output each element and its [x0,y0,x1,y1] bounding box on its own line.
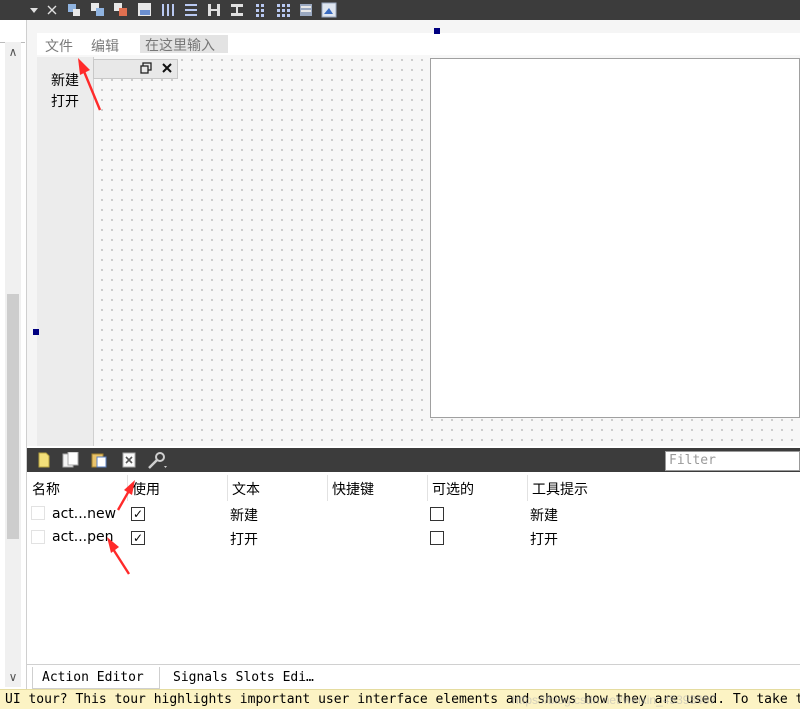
checkable-checkbox-open[interactable] [430,531,444,545]
selection-handle-top[interactable] [434,28,440,34]
bottom-tabs: Action Editor Signals Slots Edi… [27,664,800,690]
form-layout-icon[interactable] [298,2,314,18]
ui-tour-banner[interactable]: UI tour? This tour highlights important … [0,689,800,709]
action-tooltip-open[interactable]: 打开 [530,529,558,549]
dropdown-item-new[interactable]: 新建 [51,70,79,90]
filter-placeholder: Filter [669,453,716,468]
form-designer-area: 文件 编辑 在这里输入 新建 打开 [27,20,800,446]
filter-input[interactable]: Filter [665,451,800,471]
action-name-new[interactable]: act...new [52,506,116,522]
layout-grid-v-icon[interactable] [252,2,268,18]
scroll-up-icon[interactable]: ∧ [5,44,21,60]
selection-handle-left[interactable] [33,329,39,335]
split-horizontal-icon[interactable] [206,2,222,18]
dropdown-arrow-icon[interactable] [26,2,42,18]
column-header-shortcut[interactable]: 快捷键 [332,479,374,499]
text-edit-widget[interactable] [430,58,800,418]
tab-signals-slots-label: Signals Slots Edi… [173,670,314,685]
paste-action-icon[interactable] [91,452,107,468]
column-header-name[interactable]: 名称 [32,479,60,499]
tab-action-editor-label: Action Editor [42,670,144,685]
action-icon-placeholder [31,530,45,544]
action-icon-placeholder [31,506,45,520]
copy-action-icon[interactable] [62,451,79,468]
layout-2-icon[interactable] [90,2,106,18]
delete-action-icon[interactable] [121,452,137,468]
menu-edit[interactable]: 编辑 [91,36,119,56]
left-panel-edge: ∧ ∨ [0,20,27,689]
new-action-icon[interactable] [36,452,52,468]
float-icon[interactable] [140,62,152,78]
vertical-scrollbar[interactable]: ∧ ∨ [5,42,21,687]
checkable-checkbox-new[interactable] [430,507,444,521]
column-header-tooltip[interactable]: 工具提示 [532,479,588,499]
file-menu-dropdown: 新建 打开 [37,57,94,446]
scroll-down-icon[interactable]: ∨ [5,669,21,685]
used-checkbox-open[interactable]: ✓ [131,531,145,545]
layout-1-icon[interactable] [66,2,82,18]
layout-grid-icon[interactable] [275,2,291,18]
action-text-new[interactable]: 新建 [230,505,258,525]
action-editor-toolbar: Filter [27,448,800,472]
column-header-used[interactable]: 使用 [132,479,160,499]
tab-action-editor[interactable]: Action Editor [32,667,160,689]
close-icon[interactable] [44,2,60,18]
column-divider [427,475,428,501]
dock-title-bar[interactable] [93,59,178,79]
column-divider [127,475,128,501]
scrollbar-thumb[interactable] [7,294,19,539]
dropdown-item-open[interactable]: 打开 [51,91,79,111]
column-divider [527,475,528,501]
adjust-size-icon[interactable] [321,2,337,18]
tab-signals-slots[interactable]: Signals Slots Edi… [173,667,341,690]
watermark-text: https://blog.csdn.net/weixin_45393497 [512,693,717,707]
menu-type-here[interactable]: 在这里输入 [140,35,228,54]
menu-file[interactable]: 文件 [45,36,73,56]
column-divider [227,475,228,501]
action-text-open[interactable]: 打开 [230,529,258,549]
layout-vertical-icon[interactable] [183,2,199,18]
split-vertical-icon[interactable] [229,2,245,18]
wrench-icon[interactable] [147,452,167,469]
action-tooltip-new[interactable]: 新建 [530,505,558,525]
form-menubar: 文件 编辑 在这里输入 [37,33,800,55]
column-divider [327,475,328,501]
left-combo[interactable] [0,20,25,43]
close-icon[interactable] [161,62,173,78]
layout-4-icon[interactable] [137,2,153,18]
action-table: 名称 使用 文本 快捷键 可选的 工具提示 act...new ✓ 新建 新建 … [27,472,800,664]
layout-3-icon[interactable] [113,2,129,18]
action-name-open[interactable]: act...pen [52,529,114,545]
column-header-text[interactable]: 文本 [232,479,260,499]
used-checkbox-new[interactable]: ✓ [131,507,145,521]
layout-horizontal-icon[interactable] [160,2,176,18]
column-header-checkable[interactable]: 可选的 [432,479,474,499]
top-toolbar [0,0,800,20]
menu-type-here-label: 在这里输入 [145,38,215,54]
